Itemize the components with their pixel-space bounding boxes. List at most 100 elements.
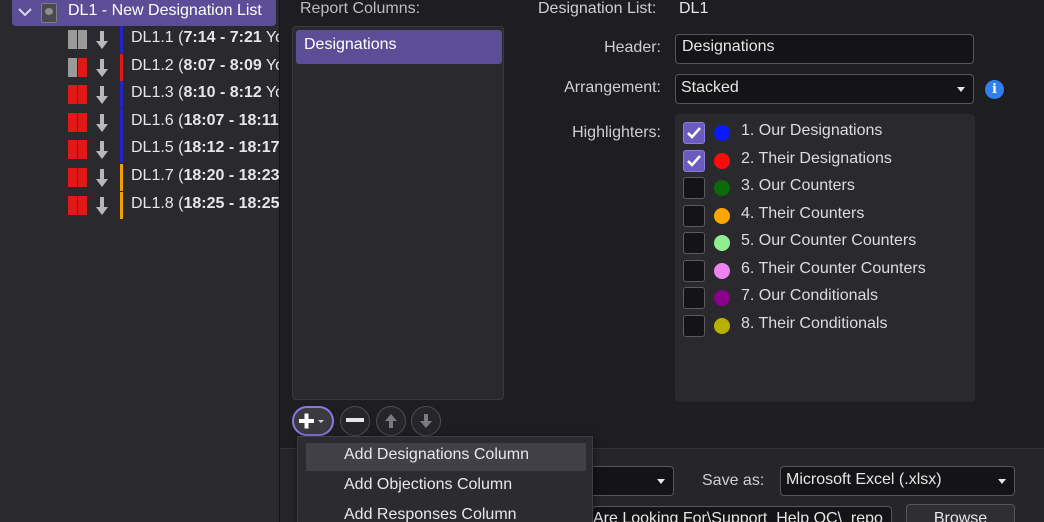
arrow-down-icon[interactable]	[94, 140, 110, 160]
highlighter-checkbox[interactable]	[683, 177, 705, 199]
arrow-down-icon[interactable]	[94, 196, 110, 216]
report-column-item[interactable]: Designations	[296, 30, 502, 64]
arrangement-value: Stacked	[681, 79, 739, 96]
arrangement-label: Arrangement:	[564, 79, 661, 96]
highlighter-label: 3. Our Counters	[741, 177, 855, 194]
menu-item-add-objections-column[interactable]: Add Objections Column	[306, 473, 586, 501]
arrangement-select[interactable]: Stacked	[675, 74, 974, 104]
arrow-down-icon[interactable]	[94, 85, 110, 105]
designation-row[interactable]: DL1.8 (18:25 - 18:25	[0, 191, 280, 219]
status-pip-right	[78, 57, 87, 77]
highlighter-checkbox[interactable]	[683, 259, 705, 282]
dropdown-caret-icon	[957, 87, 965, 92]
highlighter-color-swatch	[714, 235, 730, 251]
minus-icon	[346, 418, 364, 422]
add-column-button[interactable]	[292, 406, 334, 436]
designation-row-label: DL1.2 (8:07 - 8:09 Yo	[131, 56, 279, 74]
move-up-button[interactable]	[376, 406, 406, 436]
designation-row-label: DL1.5 (18:12 - 18:17	[131, 139, 280, 157]
highlighter-label: 5. Our Counter Counters	[741, 232, 917, 249]
highlighter-checkbox[interactable]	[683, 287, 705, 309]
menu-item-add-designations-column[interactable]: Add Designations Column	[306, 443, 586, 471]
highlighter-label: 7. Our Conditionals	[741, 287, 878, 304]
arrow-down-icon[interactable]	[94, 58, 110, 78]
highlighter-item: 3. Our Counters	[683, 175, 973, 201]
highlighter-item: 4. Their Counters	[683, 203, 973, 229]
status-pip-right	[78, 168, 87, 187]
menu-item-add-responses-column[interactable]: Add Responses Column	[306, 503, 586, 522]
party-color-bar	[120, 81, 123, 109]
chevron-down-icon[interactable]	[18, 5, 32, 19]
designation-list-label: Designation List:	[538, 0, 657, 17]
arrow-down-icon[interactable]	[94, 30, 110, 50]
highlighter-color-swatch	[714, 317, 730, 334]
browse-button[interactable]: Browse	[906, 504, 1015, 522]
remove-column-button[interactable]	[340, 406, 370, 436]
highlighter-item: 6. Their Counter Counters	[683, 258, 973, 284]
highlighters-list: 1. Our Designations 2. Their Designations…	[675, 114, 975, 402]
status-pip-left	[68, 168, 77, 187]
highlighter-checkbox[interactable]	[683, 232, 705, 254]
party-color-bar	[120, 136, 123, 164]
designation-row[interactable]: DL1.6 (18:07 - 18:11	[0, 108, 279, 136]
document-list-icon	[41, 3, 57, 23]
party-color-bar	[120, 191, 123, 219]
designation-row-label: DL1.7 (18:20 - 18:23	[131, 167, 280, 184]
highlighter-color-swatch	[714, 262, 730, 279]
header-input[interactable]: Designations	[675, 34, 974, 64]
status-pip-left	[68, 85, 77, 105]
highlighter-checkbox[interactable]	[683, 149, 705, 172]
highlighter-color-swatch	[714, 125, 730, 141]
highlighter-item: 5. Our Counter Counters	[683, 230, 973, 256]
highlighter-color-swatch	[714, 207, 730, 224]
save-as-value: Microsoft Excel (.xlsx)	[786, 471, 942, 488]
highlighter-checkbox[interactable]	[683, 122, 705, 144]
party-color-bar	[120, 108, 123, 136]
arrow-up-icon	[385, 414, 397, 428]
designation-row[interactable]: DL1.1 (7:14 - 7:21 Yo	[0, 26, 279, 53]
status-pip-right	[78, 195, 87, 215]
designation-row[interactable]: DL1.3 (8:10 - 8:12 Yo	[0, 81, 279, 109]
checkmark-icon	[687, 127, 701, 139]
designation-row[interactable]: DL1.5 (18:12 - 18:17	[0, 136, 280, 164]
highlighter-item: 8. Their Conditionals	[683, 313, 973, 339]
highlighter-label: 1. Our Designations	[741, 122, 883, 139]
designation-row[interactable]: DL1.7 (18:20 - 18:23	[0, 164, 280, 191]
arrow-down-icon[interactable]	[94, 113, 110, 133]
status-pip-left	[68, 112, 77, 132]
format-select-left[interactable]	[588, 466, 674, 496]
highlighter-label: 6. Their Counter Counters	[741, 259, 926, 277]
report-columns-list[interactable]: Designations	[292, 26, 504, 400]
highlighter-color-swatch	[714, 290, 730, 306]
highlighter-label: 4. Their Counters	[741, 204, 865, 222]
header-label: Header:	[604, 39, 661, 56]
highlighter-checkbox[interactable]	[683, 314, 705, 337]
highlighter-label: 8. Their Conditionals	[741, 314, 888, 332]
report-columns-label: Report Columns:	[300, 0, 421, 17]
plus-icon	[299, 413, 324, 429]
highlighter-checkbox[interactable]	[683, 204, 705, 227]
party-color-bar	[120, 53, 123, 81]
designation-row-label: DL1.8 (18:25 - 18:25	[131, 194, 280, 212]
status-pip-left	[68, 30, 77, 49]
status-pip-right	[78, 30, 87, 49]
info-icon[interactable]: i	[985, 80, 1004, 99]
designation-tree: DL1 - New Designation List DL1.1 (7:14 -…	[0, 0, 280, 522]
status-pip-right	[78, 85, 87, 105]
designation-row[interactable]: DL1.2 (8:07 - 8:09 Yo	[0, 53, 279, 81]
designation-list-node[interactable]: DL1 - New Designation List	[12, 0, 276, 26]
output-path-input[interactable]: Are Looking For\Support_Help QC\_repo	[592, 506, 892, 522]
dropdown-caret-icon	[657, 479, 665, 484]
party-color-bar	[120, 164, 123, 191]
designation-list-title: DL1 - New Designation List	[68, 2, 262, 19]
save-as-label: Save as:	[702, 472, 765, 489]
highlighter-item: 2. Their Designations	[683, 148, 973, 174]
highlighters-label: Highlighters:	[572, 124, 661, 141]
status-pip-right	[78, 140, 87, 160]
arrow-down-icon[interactable]	[94, 168, 110, 188]
save-as-select[interactable]: Microsoft Excel (.xlsx)	[780, 466, 1015, 496]
designation-list-value: DL1	[679, 0, 709, 17]
add-column-menu: Add Designations Column Add Objections C…	[297, 436, 593, 522]
designation-row-label: DL1.1 (7:14 - 7:21 Yo	[131, 29, 279, 46]
move-down-button[interactable]	[411, 406, 441, 436]
